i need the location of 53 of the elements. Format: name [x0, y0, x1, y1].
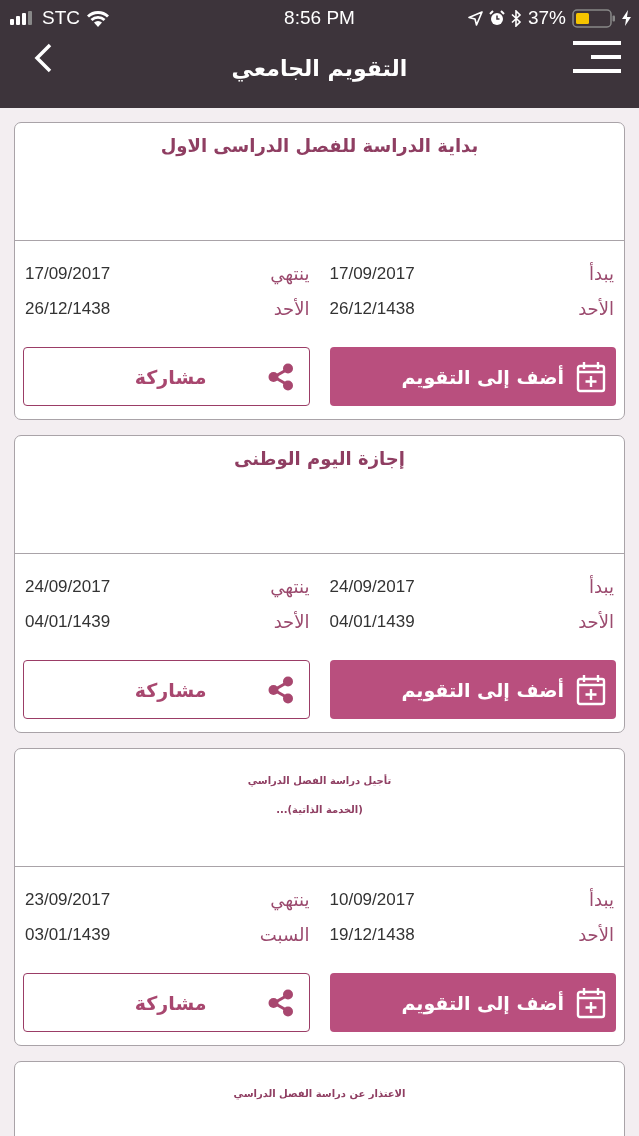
- gregorian-date: 10/09/2017: [329, 889, 415, 911]
- weekday: الأحد: [272, 610, 310, 634]
- event-title: الاعتذار عن دراسة الفصل الدراسي: [233, 1088, 406, 1099]
- gregorian-date: 17/09/2017: [329, 263, 415, 285]
- calendar-plus-icon: [576, 986, 606, 1019]
- alarm-clock-icon: [488, 10, 505, 26]
- hijri-date: 04/01/1439: [329, 611, 415, 633]
- share-icon: [266, 362, 295, 391]
- gregorian-date: 24/09/2017: [329, 576, 415, 598]
- date-label: ينتهي: [270, 262, 310, 286]
- share-icon: [266, 675, 295, 704]
- hijri-date: 04/01/1439: [25, 611, 111, 633]
- hijri-date: 26/12/1438: [329, 298, 415, 320]
- share-icon: [266, 988, 295, 1017]
- add-to-calendar-button[interactable]: أضف إلى التقويم: [329, 973, 616, 1032]
- gregorian-date: 17/09/2017: [25, 263, 111, 285]
- add-to-calendar-button[interactable]: أضف إلى التقويم: [329, 347, 616, 406]
- battery-icon: [572, 8, 616, 28]
- gregorian-date: 23/09/2017: [25, 889, 111, 911]
- weekday: الأحد: [578, 297, 614, 321]
- weekday: الأحد: [578, 923, 614, 947]
- gregorian-date: 24/09/2017: [25, 576, 111, 598]
- page-title: التقويم الجامعي: [231, 55, 408, 81]
- event-title: إجازة اليوم الوطنى: [234, 448, 405, 469]
- weekday: الأحد: [578, 610, 614, 634]
- bluetooth-icon: [510, 9, 522, 27]
- hijri-date: 03/01/1439: [25, 924, 111, 946]
- calendar-plus-icon: [576, 360, 606, 393]
- hijri-date: 19/12/1438: [329, 924, 415, 946]
- event-title: (الخدمة الذاتية)...: [276, 804, 363, 815]
- date-label: يبدأ: [588, 887, 614, 912]
- menu-button[interactable]: [573, 41, 621, 73]
- share-button[interactable]: مشاركة: [23, 347, 310, 406]
- share-button[interactable]: مشاركة: [23, 660, 310, 719]
- carrier-name: STC: [42, 7, 80, 29]
- status-time: 8:56 PM: [284, 7, 355, 29]
- date-label: يبدأ: [588, 261, 614, 286]
- calendar-plus-icon: [576, 673, 606, 706]
- event-title: تأجيل دراسة الفصل الدراسي: [247, 775, 392, 786]
- hijri-date: 26/12/1438: [25, 298, 111, 320]
- event-title: بداية الدراسة للفصل الدراسى الاول: [160, 135, 479, 156]
- weekday: السبت: [259, 923, 310, 947]
- share-button[interactable]: مشاركة: [23, 973, 310, 1032]
- date-label: ينتهي: [270, 575, 310, 599]
- wifi-icon: [86, 9, 110, 27]
- location-arrow-icon: [467, 10, 483, 26]
- date-label: ينتهي: [269, 888, 310, 912]
- weekday: الأحد: [272, 297, 310, 321]
- date-label: يبدأ: [588, 574, 614, 599]
- add-to-calendar-button[interactable]: أضف إلى التقويم: [329, 660, 616, 719]
- back-button[interactable]: [34, 43, 52, 73]
- battery-percent: 37%: [527, 7, 566, 29]
- charging-bolt-icon: [622, 10, 631, 26]
